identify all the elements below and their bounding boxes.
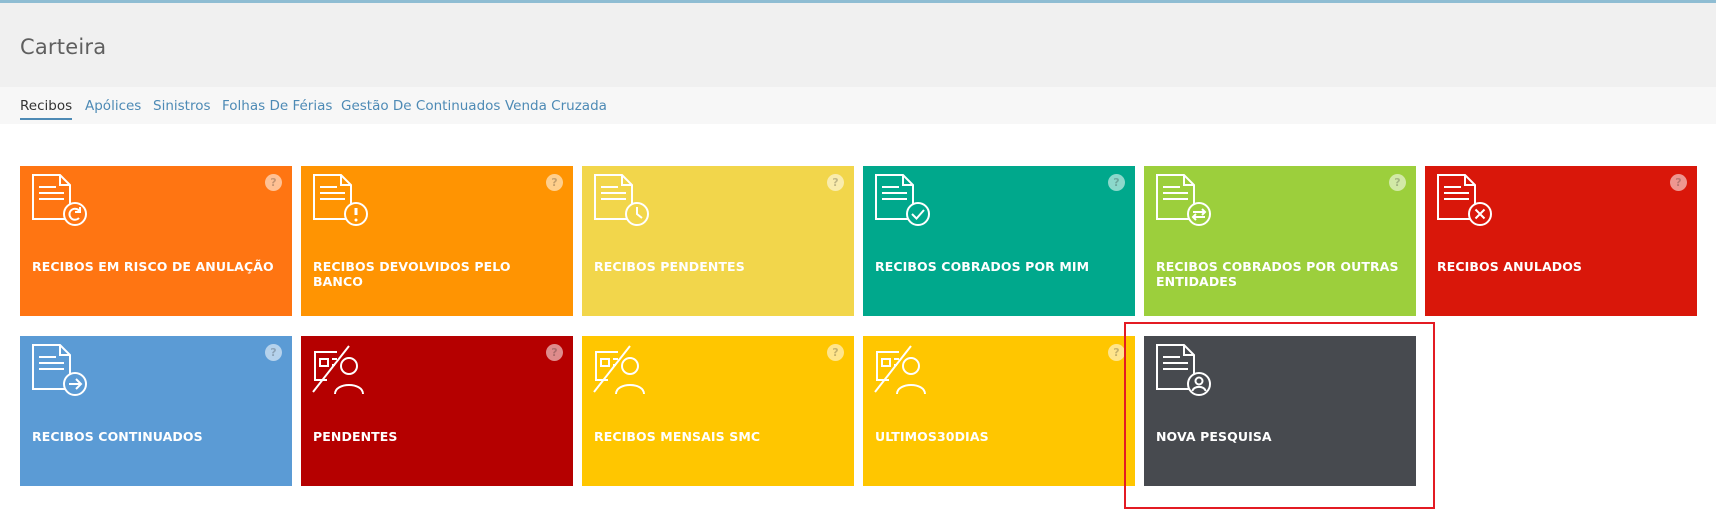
tab-bar: Recibos Apólices Sinistros Folhas De Fér…	[0, 87, 1716, 124]
tile-ultimos30dias[interactable]: ? ULTIMOS30DIAS	[863, 336, 1135, 486]
help-icon[interactable]: ?	[265, 344, 282, 361]
help-icon[interactable]: ?	[1108, 174, 1125, 191]
page-header: Carteira	[0, 3, 1716, 87]
tile-recibos-em-risco-de-anulacao[interactable]: ? RECIBOS EM RISCO DE ANULAÇÃO	[20, 166, 292, 316]
tile-recibos-devolvidos-pelo-banco[interactable]: ? RECIBOS DEVOLVIDOS PELO BANCO	[301, 166, 573, 316]
tile-label: RECIBOS PENDENTES	[594, 259, 745, 274]
tile-label: RECIBOS CONTINUADOS	[32, 429, 203, 444]
id-card-person-icon	[312, 345, 364, 395]
help-icon[interactable]: ?	[546, 174, 563, 191]
id-card-person-icon	[874, 345, 926, 395]
tile-label: RECIBOS DEVOLVIDOS PELO BANCO	[313, 259, 511, 289]
page-title: Carteira	[20, 35, 107, 59]
tile-label: RECIBOS COBRADOS POR OUTRAS ENTIDADES	[1156, 259, 1399, 289]
tab-apolices[interactable]: Apólices	[85, 98, 141, 114]
tab-folhas-de-ferias[interactable]: Folhas De Férias	[222, 98, 332, 114]
tab-sinistros[interactable]: Sinistros	[153, 98, 211, 114]
help-icon[interactable]: ?	[827, 174, 844, 191]
tile-pendentes[interactable]: ? PENDENTES	[301, 336, 573, 486]
tile-label: RECIBOS COBRADOS POR MIM	[875, 259, 1090, 274]
help-icon[interactable]: ?	[827, 344, 844, 361]
tile-recibos-pendentes[interactable]: ? RECIBOS PENDENTES	[582, 166, 854, 316]
document-alert-icon	[313, 174, 368, 226]
document-arrow-icon	[32, 344, 87, 396]
help-icon[interactable]: ?	[546, 344, 563, 361]
tile-recibos-cobrados-por-mim[interactable]: ? RECIBOS COBRADOS POR MIM	[863, 166, 1135, 316]
tile-label: RECIBOS EM RISCO DE ANULAÇÃO	[32, 259, 274, 274]
help-icon[interactable]: ?	[1389, 174, 1406, 191]
document-user-icon	[1156, 344, 1211, 396]
tile-label: PENDENTES	[313, 429, 398, 444]
document-clock-icon	[594, 174, 649, 226]
tile-label: RECIBOS MENSAIS SMC	[594, 429, 761, 444]
tile-recibos-cobrados-por-outras-entidades[interactable]: ? RECIBOS COBRADOS POR OUTRAS ENTIDADES	[1144, 166, 1416, 316]
tile-label: ULTIMOS30DIAS	[875, 429, 989, 444]
tile-label: RECIBOS ANULADOS	[1437, 259, 1583, 274]
help-icon[interactable]: ?	[1108, 344, 1125, 361]
id-card-person-icon	[593, 345, 645, 395]
document-exchange-icon	[1156, 174, 1211, 226]
help-icon[interactable]: ?	[1670, 174, 1687, 191]
tile-recibos-anulados[interactable]: ? RECIBOS ANULADOS	[1425, 166, 1697, 316]
tile-recibos-continuados[interactable]: ? RECIBOS CONTINUADOS	[20, 336, 292, 486]
tab-recibos[interactable]: Recibos	[20, 98, 73, 120]
document-check-icon	[875, 174, 930, 226]
tile-label: NOVA PESQUISA	[1156, 429, 1272, 444]
tile-recibos-mensais-smc[interactable]: ? RECIBOS MENSAIS SMC	[582, 336, 854, 486]
tile-nova-pesquisa[interactable]: NOVA PESQUISA	[1144, 336, 1416, 486]
document-refresh-icon	[32, 174, 87, 226]
tab-gestao-de-continuados[interactable]: Gestão De Continuados	[341, 98, 500, 114]
help-icon[interactable]: ?	[265, 174, 282, 191]
document-cancel-icon	[1437, 174, 1492, 226]
tab-venda-cruzada[interactable]: Venda Cruzada	[505, 98, 607, 114]
